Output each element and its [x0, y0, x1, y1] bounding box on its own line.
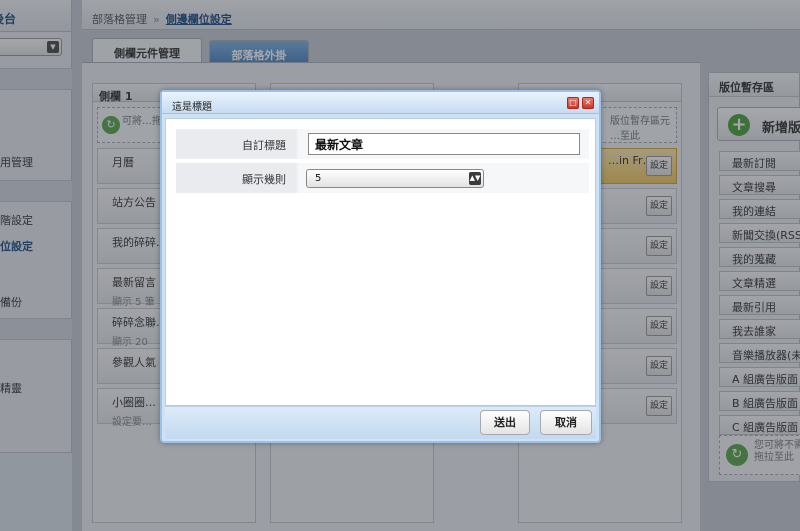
custom-title-cell: [298, 129, 589, 159]
chevron-updown-icon: ▲▼: [469, 172, 481, 185]
dialog-titlebar[interactable]: 這是標題 □ ✕: [162, 92, 599, 114]
widget-settings-dialog: 這是標題 □ ✕ 自訂標題 顯示幾則 5 ▲▼ 送出 取消: [160, 90, 601, 443]
custom-title-label: 自訂標題: [176, 129, 296, 159]
display-count-select[interactable]: 5 ▲▼: [306, 169, 484, 188]
display-count-value: 5: [315, 173, 322, 184]
dialog-body: 自訂標題 顯示幾則 5 ▲▼: [165, 118, 596, 406]
custom-title-input[interactable]: [308, 133, 580, 155]
form-row-display-count: 顯示幾則 5 ▲▼: [176, 163, 589, 193]
form-row-custom-title: 自訂標題: [176, 129, 589, 159]
dialog-title: 這是標題: [172, 102, 212, 113]
dialog-footer: 送出 取消: [165, 406, 596, 439]
maximize-icon[interactable]: □: [567, 97, 579, 109]
close-icon[interactable]: ✕: [582, 97, 594, 109]
display-count-cell: 5 ▲▼: [298, 163, 589, 193]
cancel-button[interactable]: 取消: [540, 410, 592, 435]
submit-button[interactable]: 送出: [480, 410, 530, 435]
display-count-label: 顯示幾則: [176, 163, 296, 193]
